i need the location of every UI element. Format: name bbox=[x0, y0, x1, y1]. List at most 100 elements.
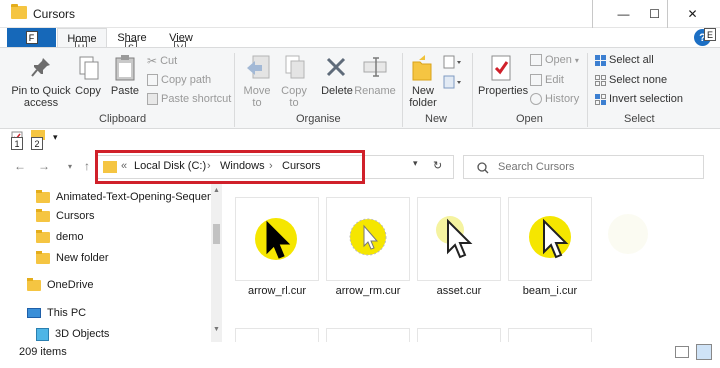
group-divider bbox=[234, 53, 235, 127]
address-dropdown-icon[interactable]: ▾ bbox=[413, 158, 418, 169]
up-arrow-icon[interactable]: ↑ bbox=[79, 158, 95, 174]
copy-path-label: Copy path bbox=[161, 74, 212, 86]
scroll-up-icon[interactable]: ▲ bbox=[213, 187, 220, 194]
easy-access-icon[interactable] bbox=[443, 75, 463, 89]
nav-item-demo[interactable]: demo bbox=[36, 228, 84, 246]
nav-scrollbar[interactable]: ▲ ▼ bbox=[211, 184, 222, 342]
move-to-label: Move to bbox=[243, 85, 271, 109]
invert-selection-icon bbox=[595, 93, 606, 105]
file-name: arrow_rl.cur bbox=[247, 285, 307, 297]
file-tile-asset[interactable] bbox=[417, 197, 501, 281]
history-button[interactable]: History bbox=[530, 93, 579, 105]
forward-arrow-icon[interactable]: → bbox=[36, 158, 52, 174]
large-icons-view-icon[interactable] bbox=[696, 344, 712, 360]
cursor-icon bbox=[349, 218, 387, 256]
search-box[interactable] bbox=[463, 155, 704, 179]
cut-button[interactable]: ✂ Cut bbox=[147, 54, 177, 68]
new-folder-icon bbox=[412, 55, 432, 81]
new-folder-label: New folder bbox=[409, 85, 437, 109]
scroll-down-icon[interactable]: ▼ bbox=[213, 326, 220, 333]
group-divider bbox=[402, 53, 403, 127]
customize-qa-icon[interactable]: ▾ bbox=[53, 132, 58, 143]
chevron-down-icon: ▾ bbox=[574, 55, 579, 65]
maximize-button[interactable]: ☐ bbox=[640, 0, 669, 28]
file-name: beam_i.cur bbox=[522, 285, 578, 297]
nav-item-onedrive[interactable]: OneDrive bbox=[27, 276, 93, 294]
open-button[interactable]: Open ▾ bbox=[530, 54, 579, 66]
file-tile[interactable] bbox=[508, 328, 592, 342]
nav-item-cursors[interactable]: Cursors bbox=[36, 207, 95, 225]
select-all-icon bbox=[595, 54, 606, 66]
cube-icon bbox=[36, 327, 49, 341]
file-tile-arrow-rl[interactable] bbox=[235, 197, 319, 281]
file-tile-partial[interactable] bbox=[608, 214, 648, 254]
file-tile[interactable] bbox=[326, 328, 410, 342]
copy-path-button[interactable]: Copy path bbox=[147, 74, 211, 86]
new-item-icon[interactable] bbox=[443, 55, 463, 69]
scroll-thumb[interactable] bbox=[213, 224, 220, 244]
window-divider bbox=[592, 0, 593, 28]
select-none-button[interactable]: Select none bbox=[595, 74, 667, 86]
nav-item-this-pc[interactable]: This PC bbox=[27, 304, 86, 322]
nav-item-label: Animated-Text-Opening-Sequence bbox=[56, 191, 225, 203]
navigation-pane: Animated-Text-Opening-Sequence Cursors d… bbox=[0, 184, 225, 343]
folder-icon bbox=[36, 189, 50, 203]
invert-selection-label: Invert selection bbox=[609, 93, 683, 105]
qa-keytip-1: 1 bbox=[11, 137, 23, 150]
cursor-icon bbox=[529, 216, 571, 259]
history-icon bbox=[530, 93, 542, 105]
delete-label: Delete bbox=[321, 85, 353, 97]
nav-item-new-folder[interactable]: New folder bbox=[36, 249, 109, 267]
nav-item-label: demo bbox=[56, 231, 84, 243]
edit-button[interactable]: Edit bbox=[530, 74, 564, 86]
minimize-button[interactable]: — bbox=[609, 0, 638, 28]
group-divider bbox=[472, 53, 473, 127]
open-icon bbox=[530, 54, 542, 66]
open-label: Open bbox=[545, 54, 572, 66]
search-input[interactable] bbox=[498, 159, 698, 175]
delete-icon bbox=[326, 57, 346, 77]
select-group-label: Select bbox=[624, 113, 655, 125]
copy-path-icon bbox=[147, 74, 158, 86]
move-to-icon bbox=[247, 55, 270, 79]
file-keytip: F bbox=[25, 31, 38, 44]
paste-shortcut-button[interactable]: Paste shortcut bbox=[147, 93, 231, 105]
invert-selection-button[interactable]: Invert selection bbox=[595, 93, 683, 105]
pin-label: Pin to Quick access bbox=[11, 85, 71, 109]
refresh-icon[interactable]: ↻ bbox=[433, 159, 442, 172]
quick-access-toolbar: ▾ 1 2 bbox=[0, 129, 720, 151]
select-none-label: Select none bbox=[609, 74, 668, 86]
properties-icon bbox=[491, 55, 511, 81]
file-tile-arrow-rm[interactable] bbox=[326, 197, 410, 281]
title-bar: Cursors — ☐ ✕ bbox=[0, 0, 720, 28]
select-none-icon bbox=[595, 74, 606, 86]
tab-file[interactable]: F bbox=[7, 28, 56, 47]
cursor-icon bbox=[255, 218, 297, 260]
paste-shortcut-icon bbox=[147, 93, 158, 105]
properties-label: Properties bbox=[478, 85, 529, 97]
search-icon bbox=[477, 162, 489, 174]
nav-item-animated-text[interactable]: Animated-Text-Opening-Sequence bbox=[36, 188, 225, 206]
cut-label: Cut bbox=[160, 55, 178, 67]
folder-icon bbox=[36, 250, 50, 264]
ribbon-tab-strip bbox=[0, 28, 720, 47]
nav-item-label: This PC bbox=[47, 307, 87, 319]
select-all-button[interactable]: Select all bbox=[595, 54, 654, 66]
folder-icon bbox=[36, 208, 50, 222]
back-arrow-icon[interactable]: ← bbox=[12, 158, 28, 174]
file-tile-beam-i[interactable] bbox=[508, 197, 592, 281]
group-divider bbox=[587, 53, 588, 127]
details-view-icon[interactable] bbox=[675, 346, 689, 358]
file-tile[interactable] bbox=[417, 328, 501, 342]
recent-locations-icon[interactable]: ▾ bbox=[62, 158, 78, 174]
nav-item-3d-objects[interactable]: 3D Objects bbox=[36, 325, 109, 343]
folder-icon bbox=[11, 4, 27, 19]
file-tile[interactable] bbox=[235, 328, 319, 342]
window-title: Cursors bbox=[33, 7, 76, 21]
help-keytip: E bbox=[704, 28, 716, 41]
copy-label: Copy bbox=[75, 85, 101, 97]
folder-icon bbox=[36, 229, 50, 243]
status-bar: 209 items bbox=[0, 342, 720, 368]
close-button[interactable]: ✕ bbox=[678, 0, 707, 28]
paste-shortcut-label: Paste shortcut bbox=[161, 93, 232, 105]
